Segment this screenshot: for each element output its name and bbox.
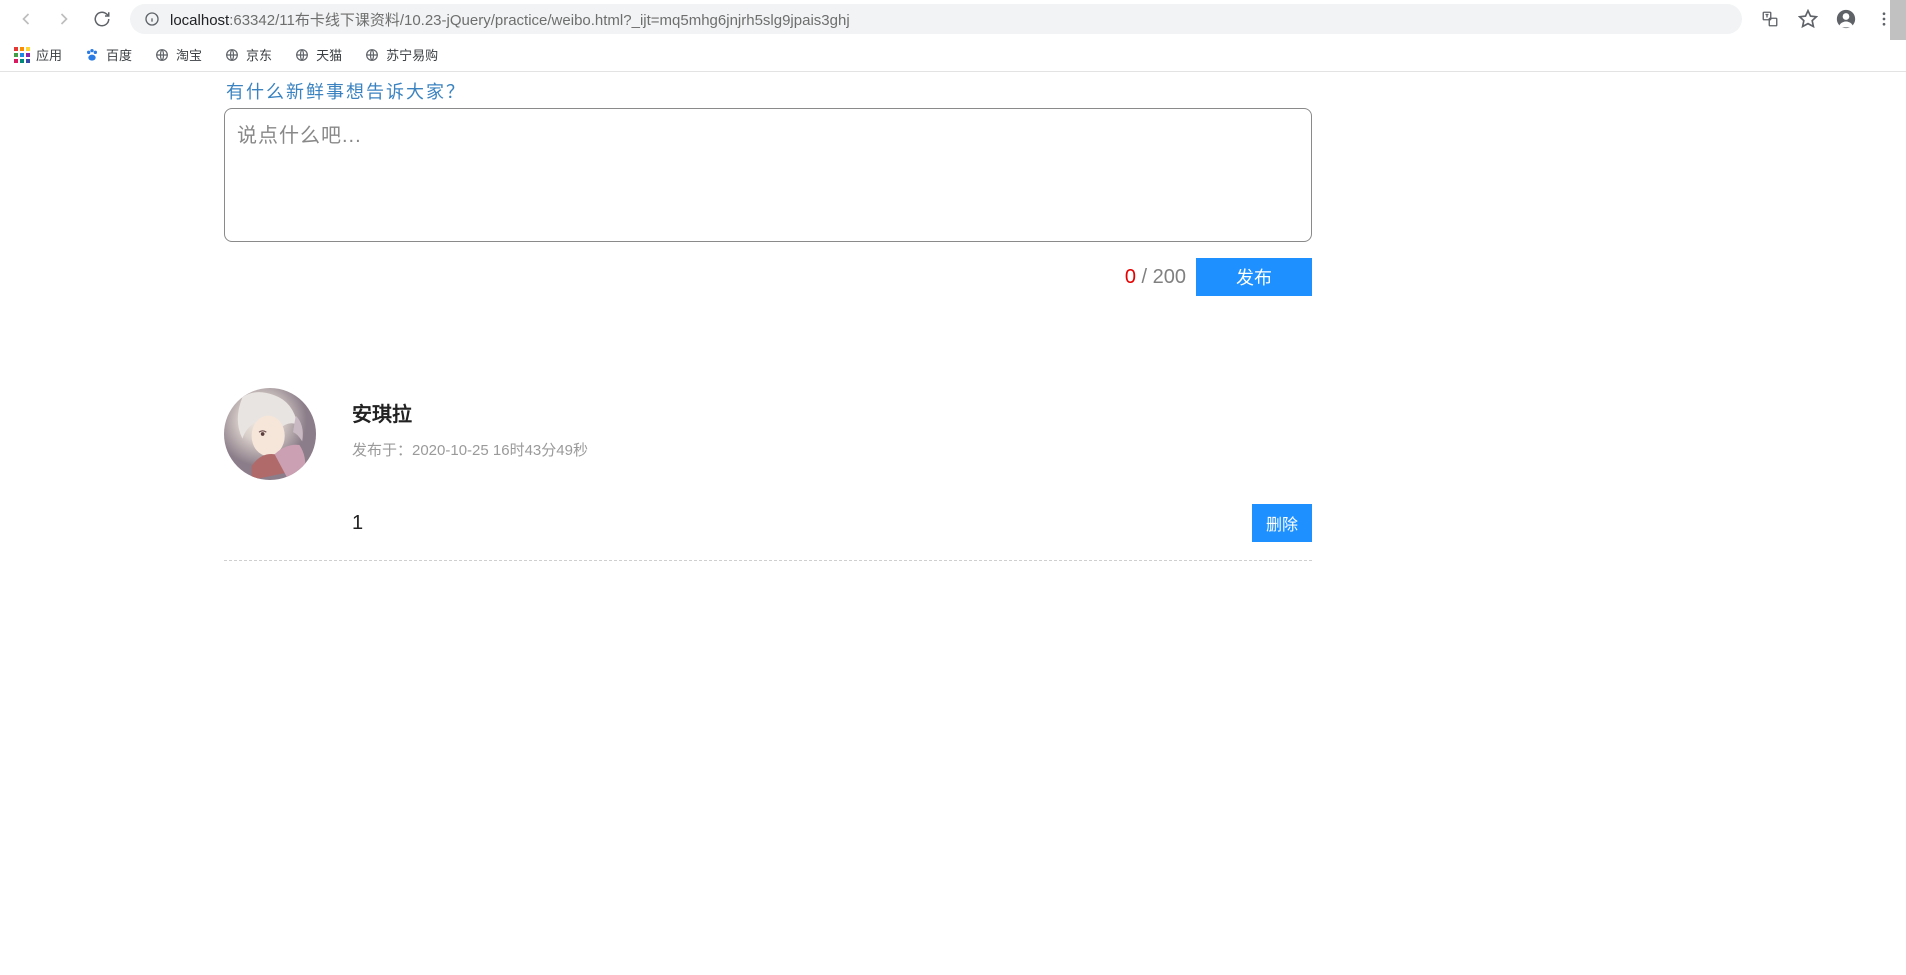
post-item: 安琪拉 发布于：2020-10-25 16时43分49秒 1 删除 xyxy=(224,388,1312,561)
content-wrapper: 有什么新鲜事想告诉大家？ 说点什么吧... 0 / 200 发布 xyxy=(224,78,1312,561)
url-text: localhost:63342/11布卡线下课资料/10.23-jQuery/p… xyxy=(170,9,850,30)
paw-icon xyxy=(84,47,100,63)
textarea-placeholder: 说点什么吧... xyxy=(237,119,1299,148)
bookmarks-bar: 应用 百度 淘宝 京东 天猫 xyxy=(0,38,1906,72)
nav-row: localhost:63342/11布卡线下课资料/10.23-jQuery/p… xyxy=(0,0,1906,38)
bookmark-label: 京东 xyxy=(246,45,272,64)
bookmark-label: 淘宝 xyxy=(176,45,202,64)
post-author: 安琪拉 xyxy=(352,398,1312,427)
profile-icon[interactable] xyxy=(1836,9,1856,29)
composer-footer: 0 / 200 发布 xyxy=(224,258,1312,296)
star-icon[interactable] xyxy=(1798,9,1818,29)
site-info-icon[interactable] xyxy=(144,11,160,27)
post-content-row: 1 删除 xyxy=(352,504,1312,542)
posts-list: 安琪拉 发布于：2020-10-25 16时43分49秒 1 删除 xyxy=(224,388,1312,561)
globe-icon xyxy=(364,47,380,63)
bookmark-label: 苏宁易购 xyxy=(386,45,438,64)
nav-icons xyxy=(8,9,112,29)
translate-icon[interactable] xyxy=(1760,9,1780,29)
bookmark-tmall[interactable]: 天猫 xyxy=(294,45,342,64)
post-textarea[interactable]: 说点什么吧... xyxy=(224,108,1312,242)
composer-title: 有什么新鲜事想告诉大家？ xyxy=(226,78,1312,104)
apps-icon xyxy=(14,47,30,63)
reload-icon[interactable] xyxy=(92,9,112,29)
char-counter: 0 / 200 xyxy=(1125,266,1186,289)
composer: 说点什么吧... 0 / 200 发布 xyxy=(224,108,1312,296)
post-content: 1 xyxy=(352,512,363,535)
url-path: :63342/11布卡线下课资料/10.23-jQuery/practice/w… xyxy=(229,12,849,29)
bookmark-jd[interactable]: 京东 xyxy=(224,45,272,64)
char-count: 0 xyxy=(1125,266,1136,288)
bookmark-label: 天猫 xyxy=(316,45,342,64)
page-content: 有什么新鲜事想告诉大家？ 说点什么吧... 0 / 200 发布 xyxy=(0,72,1906,561)
avatar xyxy=(224,388,316,480)
publish-button[interactable]: 发布 xyxy=(1196,258,1312,296)
browser-chrome: localhost:63342/11布卡线下课资料/10.23-jQuery/p… xyxy=(0,0,1906,72)
bookmark-baidu[interactable]: 百度 xyxy=(84,45,132,64)
globe-icon xyxy=(294,47,310,63)
forward-icon[interactable] xyxy=(54,9,74,29)
post-body: 安琪拉 发布于：2020-10-25 16时43分49秒 1 删除 xyxy=(352,388,1312,542)
bookmark-apps[interactable]: 应用 xyxy=(14,45,62,64)
char-max: / 200 xyxy=(1136,266,1186,288)
bookmark-taobao[interactable]: 淘宝 xyxy=(154,45,202,64)
bookmark-suning[interactable]: 苏宁易购 xyxy=(364,45,438,64)
delete-button[interactable]: 删除 xyxy=(1252,504,1312,542)
globe-icon xyxy=(154,47,170,63)
address-bar[interactable]: localhost:63342/11布卡线下课资料/10.23-jQuery/p… xyxy=(130,4,1742,34)
url-host: localhost xyxy=(170,12,229,29)
back-icon[interactable] xyxy=(16,9,36,29)
scrollbar-thumb[interactable] xyxy=(1890,0,1906,40)
post-timestamp: 发布于：2020-10-25 16时43分49秒 xyxy=(352,439,1312,460)
globe-icon xyxy=(224,47,240,63)
toolbar-right-icons xyxy=(1760,9,1898,29)
bookmark-label: 百度 xyxy=(106,45,132,64)
bookmark-label: 应用 xyxy=(36,45,62,64)
